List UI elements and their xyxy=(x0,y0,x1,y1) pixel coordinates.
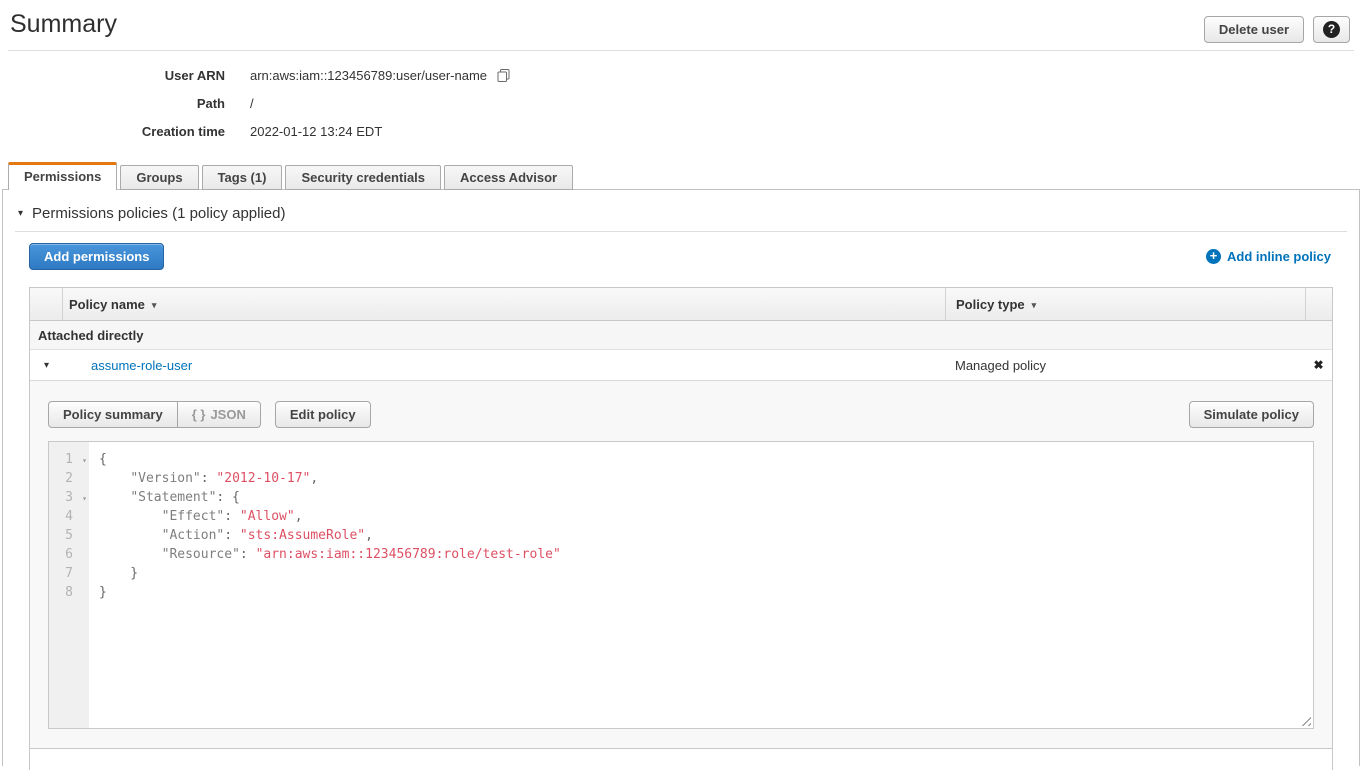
info-row-user-arn: User ARN arn:aws:iam::123456789:user/use… xyxy=(0,67,1362,84)
code-line: "Effect": "Allow", xyxy=(99,507,561,526)
policy-table-row: ▾ assume-role-user Managed policy ✖ xyxy=(30,350,1332,381)
creation-time-label: Creation time xyxy=(0,123,250,140)
info-row-creation-time: Creation time 2022-01-12 13:24 EDT xyxy=(0,123,1362,140)
permissions-tab-panel: ▾ Permissions policies (1 policy applied… xyxy=(2,189,1360,766)
policy-name-column-header[interactable]: Policy name ▾ xyxy=(63,288,945,320)
tab-permissions[interactable]: Permissions xyxy=(8,162,117,190)
line-number: 6 xyxy=(49,545,89,564)
path-label: Path xyxy=(0,95,250,112)
editor-code-area: { "Version": "2012-10-17", "Statement": … xyxy=(89,442,561,728)
line-number: 2 xyxy=(49,469,89,488)
user-arn-label: User ARN xyxy=(0,67,250,84)
delete-user-button[interactable]: Delete user xyxy=(1204,16,1304,43)
attached-directly-group-row: Attached directly xyxy=(30,321,1332,350)
header-actions: Delete user ? xyxy=(1204,16,1350,43)
user-info: User ARN arn:aws:iam::123456789:user/use… xyxy=(0,67,1362,140)
plus-circle-icon: + xyxy=(1206,249,1221,264)
add-inline-policy-label: Add inline policy xyxy=(1227,249,1331,264)
line-number: 7 xyxy=(49,564,89,583)
policy-table-header: Policy name ▾ Policy type ▾ xyxy=(30,288,1332,321)
add-inline-policy-link[interactable]: + Add inline policy xyxy=(1206,249,1331,264)
line-number: 3▾ xyxy=(49,488,89,507)
info-row-path: Path / xyxy=(0,95,1362,112)
code-line: { xyxy=(99,450,561,469)
edit-policy-button[interactable]: Edit policy xyxy=(275,401,371,428)
page-header: Summary Delete user ? xyxy=(0,0,1362,43)
expand-column-header xyxy=(30,288,63,320)
policy-view-toggle-group: Policy summary { } JSON xyxy=(48,401,261,428)
header-divider xyxy=(8,50,1354,51)
fold-caret-icon[interactable]: ▾ xyxy=(82,451,87,470)
code-line: } xyxy=(99,583,561,602)
sort-caret-icon: ▾ xyxy=(152,300,157,311)
code-line: "Action": "sts:AssumeRole", xyxy=(99,526,561,545)
code-line: "Resource": "arn:aws:iam::123456789:role… xyxy=(99,545,561,564)
section-collapse-caret-icon: ▾ xyxy=(18,208,23,219)
permissions-policies-section-header[interactable]: ▾ Permissions policies (1 policy applied… xyxy=(3,190,1359,222)
policy-name-header-label: Policy name xyxy=(69,297,145,312)
tab-security-credentials[interactable]: Security credentials xyxy=(285,165,441,190)
code-line: "Version": "2012-10-17", xyxy=(99,469,561,488)
tab-access-advisor[interactable]: Access Advisor xyxy=(444,165,573,190)
fold-caret-icon[interactable]: ▾ xyxy=(82,489,87,508)
policy-name-cell: assume-role-user xyxy=(63,358,945,373)
code-line: "Statement": { xyxy=(99,488,561,507)
policy-summary-button[interactable]: Policy summary xyxy=(48,401,178,428)
policy-detail-toolbar: Policy summary { } JSON Edit policy Simu… xyxy=(48,401,1314,428)
row-expand-caret-icon[interactable]: ▾ xyxy=(30,360,63,371)
policy-table: Policy name ▾ Policy type ▾ Attached dir… xyxy=(29,287,1333,770)
creation-time-value: 2022-01-12 13:24 EDT xyxy=(250,123,382,140)
page-title: Summary xyxy=(10,10,117,39)
json-code-editor[interactable]: 1▾23▾45678 { "Version": "2012-10-17", "S… xyxy=(48,441,1314,729)
json-view-button[interactable]: { } JSON xyxy=(177,401,261,428)
simulate-policy-button[interactable]: Simulate policy xyxy=(1189,401,1314,428)
help-icon: ? xyxy=(1323,21,1340,38)
braces-icon: { } xyxy=(192,407,206,422)
editor-line-number-gutter: 1▾23▾45678 xyxy=(49,442,89,728)
tab-tags-1[interactable]: Tags (1) xyxy=(202,165,283,190)
help-button[interactable]: ? xyxy=(1313,16,1350,43)
line-number: 5 xyxy=(49,526,89,545)
line-number: 4 xyxy=(49,507,89,526)
section-divider xyxy=(15,231,1347,232)
tab-groups[interactable]: Groups xyxy=(120,165,198,190)
code-line: } xyxy=(99,564,561,583)
permissions-policies-title: Permissions policies (1 policy applied) xyxy=(32,205,285,222)
policy-name-link[interactable]: assume-role-user xyxy=(91,358,192,373)
policy-detail-panel: Policy summary { } JSON Edit policy Simu… xyxy=(30,381,1332,749)
line-number: 1▾ xyxy=(49,450,89,469)
policy-type-header-label: Policy type xyxy=(956,297,1025,312)
sort-caret-icon: ▾ xyxy=(1032,300,1037,311)
policy-type-cell: Managed policy xyxy=(945,358,1305,373)
json-button-label: JSON xyxy=(210,407,245,422)
copy-icon[interactable] xyxy=(496,68,511,83)
detach-policy-icon[interactable]: ✖ xyxy=(1305,358,1332,372)
actions-column-header xyxy=(1305,288,1332,320)
user-arn-value: arn:aws:iam::123456789:user/user-name xyxy=(250,67,511,84)
editor-resize-handle-icon[interactable] xyxy=(1298,713,1311,726)
tab-bar: PermissionsGroupsTags (1)Security creden… xyxy=(8,162,576,190)
policy-type-column-header[interactable]: Policy type ▾ xyxy=(945,288,1305,320)
path-value: / xyxy=(250,95,254,112)
add-permissions-button[interactable]: Add permissions xyxy=(29,243,164,270)
line-number: 8 xyxy=(49,583,89,602)
policy-actions-row: Add permissions + Add inline policy xyxy=(29,243,1331,270)
